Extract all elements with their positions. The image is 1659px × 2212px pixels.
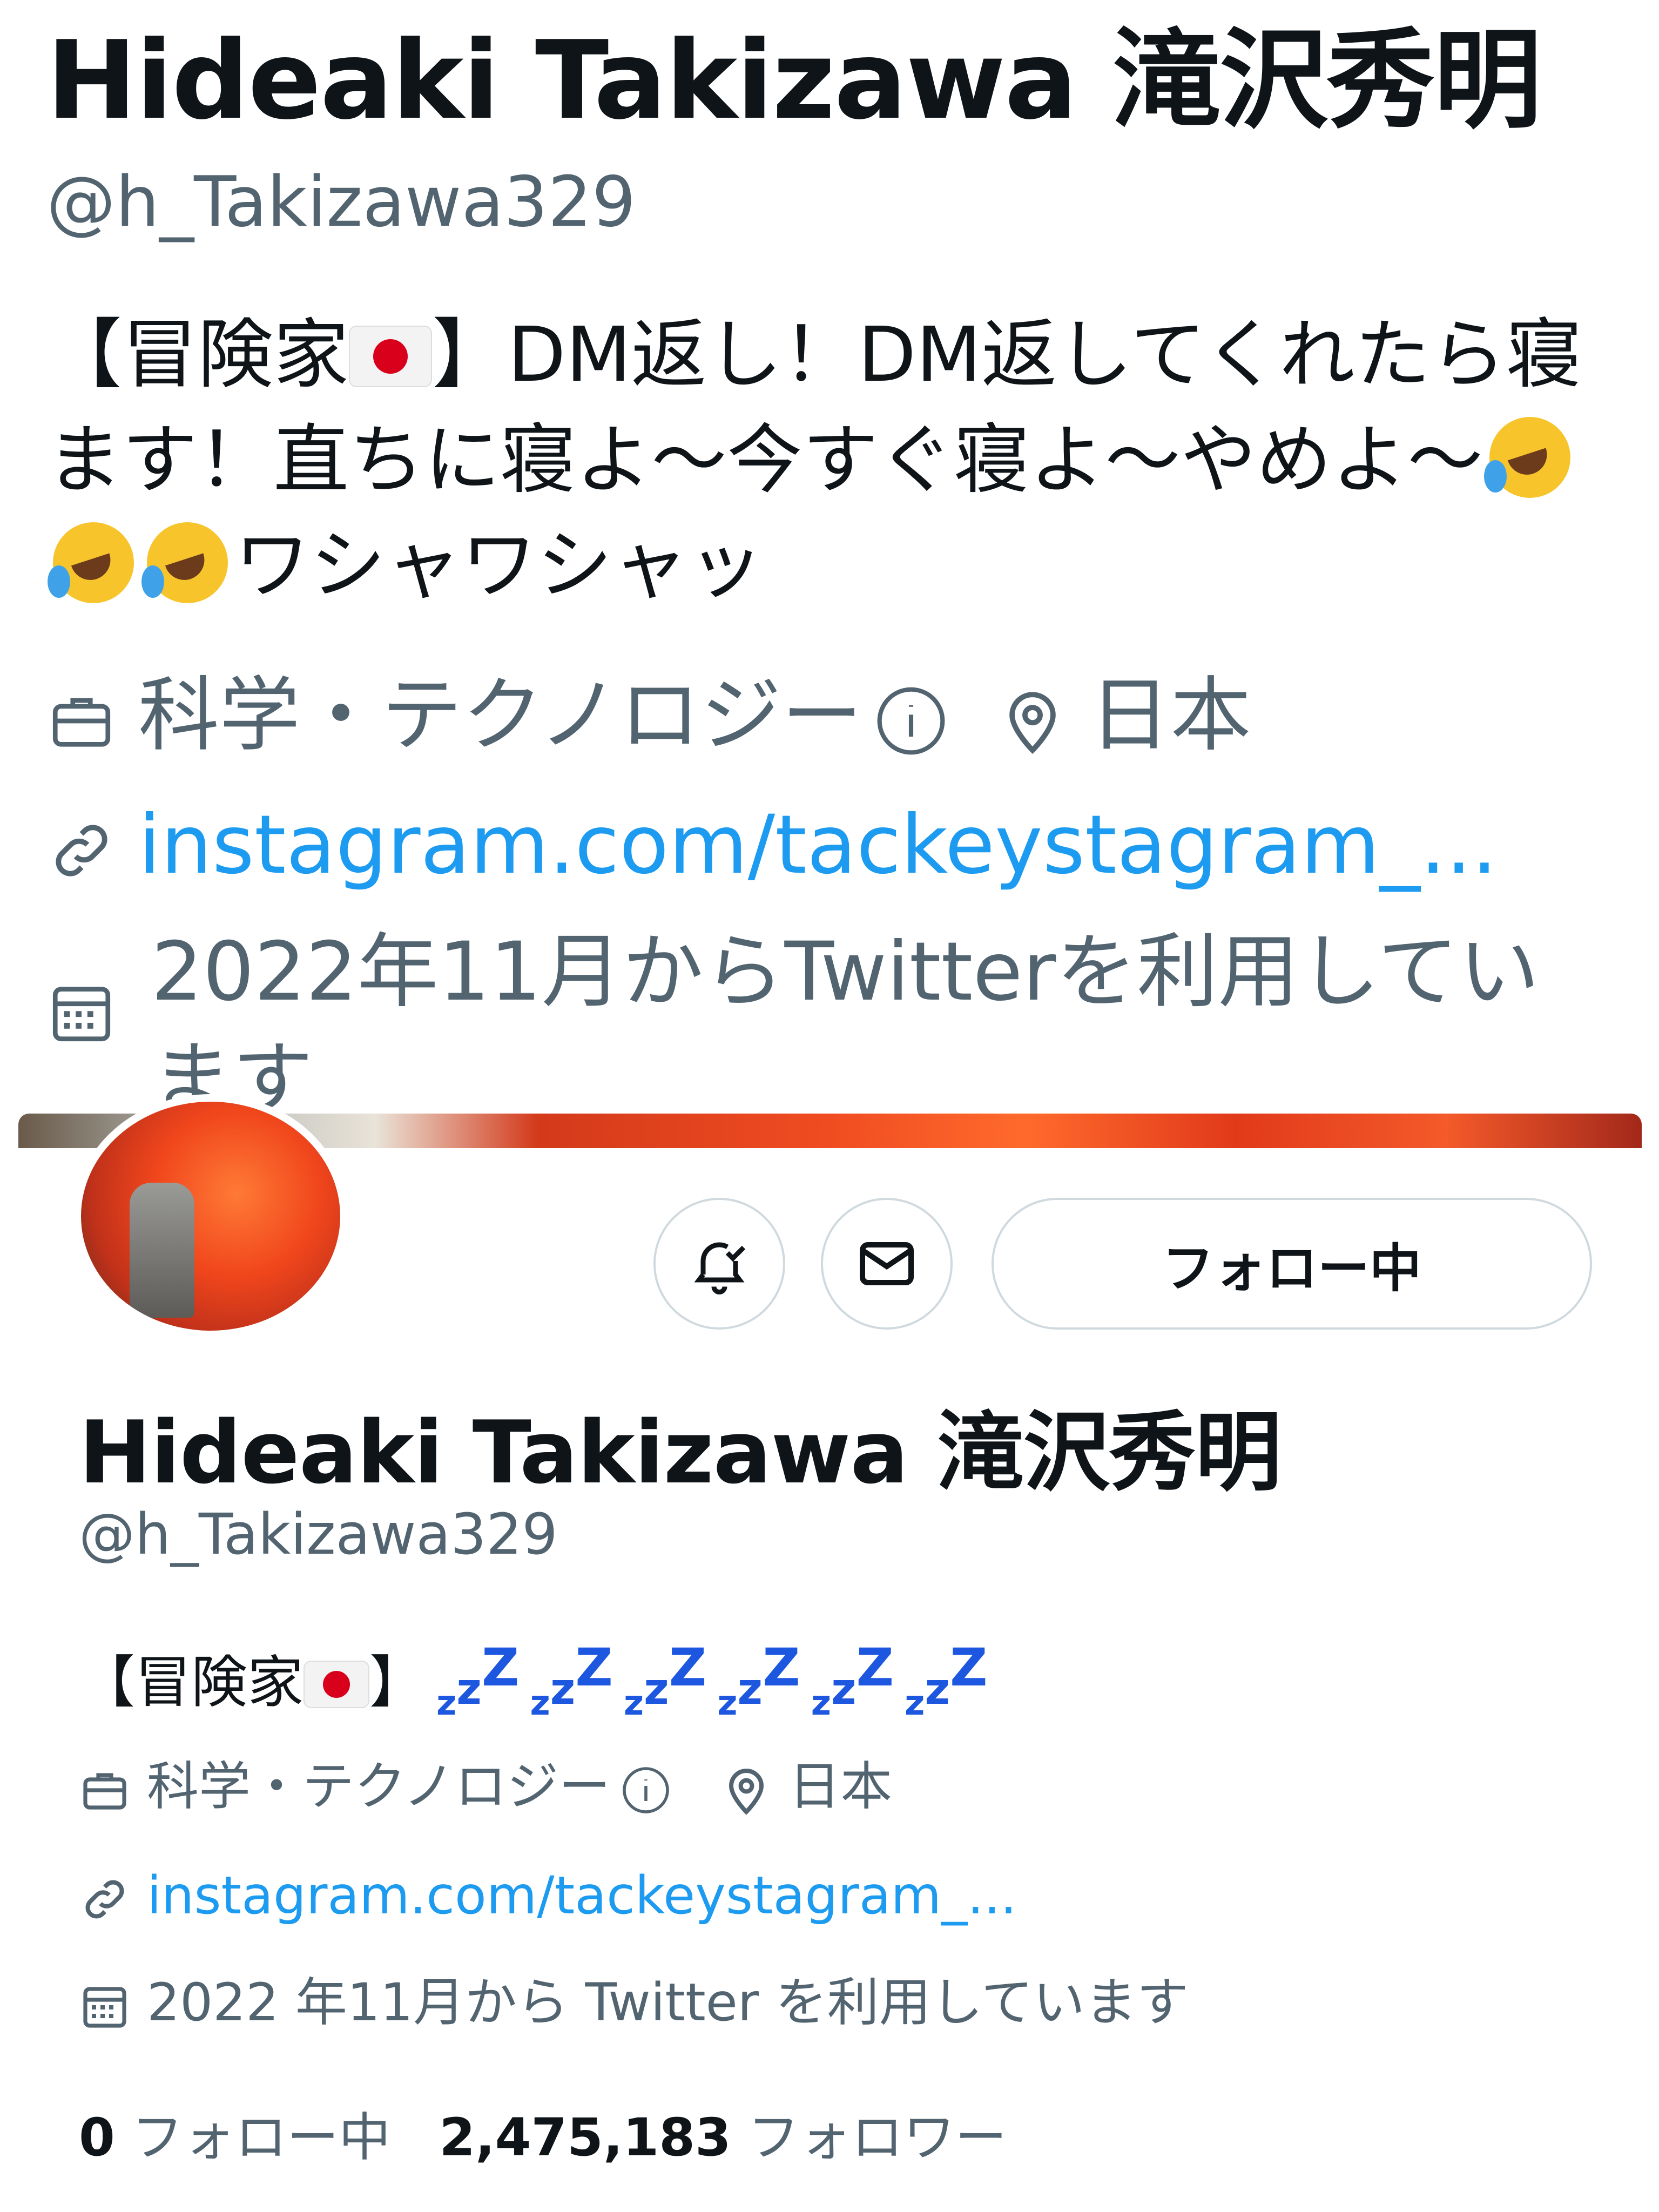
info-icon[interactable]	[873, 683, 949, 759]
calendar-icon	[79, 1980, 131, 2032]
follow-stats: 0 フォロー中 2,475,183 フォロワー	[79, 2095, 1007, 2170]
message-button[interactable]	[821, 1198, 953, 1330]
rofl-emoji	[141, 522, 228, 603]
top-category-label: 科学・テクノロジー	[138, 669, 863, 763]
zzz-emoji: zzZ	[530, 1637, 613, 1723]
top-bio-part3: ワシャワシャッ	[234, 522, 764, 610]
bottom-link-row[interactable]: instagram.com/tackeystagram_...	[79, 1870, 1017, 1925]
bottom-category-row: 科学・テクノロジー 日本	[79, 1761, 892, 1816]
following-label: フォロー中	[131, 2107, 391, 2168]
briefcase-icon	[46, 686, 117, 756]
top-joined-date: 2022年11月からTwitterを利用しています	[151, 925, 1540, 1127]
bottom-bio-suffix: 】	[369, 1649, 426, 1715]
mail-icon	[854, 1231, 919, 1296]
japan-flag	[304, 1661, 370, 1708]
top-profile-bio: 【冒険家 】DM返し！DM返してくれたら寝ます！直ちに寝よ〜今すぐ寝よ〜やめよ〜ワ…	[46, 302, 1591, 618]
top-instagram-link[interactable]: instagram.com/tackeystagram_...	[138, 798, 1498, 892]
bottom-profile-bio: 【冒険家】 zzZzzZzzZzzZzzZzzZ	[79, 1636, 988, 1723]
bottom-profile-name: Hideaki Takizawa 滝沢秀明	[79, 1402, 1282, 1503]
top-link-row[interactable]: instagram.com/tackeystagram_...	[46, 805, 1498, 886]
avatar-figure	[130, 1183, 194, 1318]
rofl-emoji	[1484, 417, 1571, 498]
zzz-emoji: zzZ	[811, 1637, 894, 1723]
following-button[interactable]: フォロー中	[992, 1198, 1592, 1330]
bottom-location-label: 日本	[788, 1756, 893, 1817]
following-stat[interactable]: 0 フォロー中	[79, 2107, 390, 2168]
top-category-row: 科学・テクノロジー 日本	[46, 675, 1251, 759]
top-profile-handle: @h_Takizawa329	[46, 162, 636, 242]
bottom-joined-row: 2022 年11月から Twitter を利用しています	[79, 1977, 1189, 2032]
calendar-icon	[46, 977, 117, 1048]
zzz-emoji: zzZ	[905, 1637, 988, 1723]
avatar[interactable]	[73, 1094, 348, 1338]
top-profile-name: Hideaki Takizawa 滝沢秀明	[46, 18, 1542, 144]
bell-add-icon	[687, 1231, 752, 1296]
japan-flag	[349, 326, 433, 387]
rofl-emoji	[48, 522, 134, 603]
notifications-button[interactable]	[653, 1198, 785, 1330]
followers-stat[interactable]: 2,475,183 フォロワー	[439, 2107, 1007, 2168]
link-icon	[46, 815, 117, 886]
location-pin-icon	[997, 686, 1068, 756]
followers-label: フォロワー	[747, 2107, 1007, 2168]
zzz-emoji: zzZ	[717, 1637, 800, 1723]
top-location-label: 日本	[1089, 669, 1252, 763]
info-icon[interactable]	[620, 1764, 672, 1816]
followers-count: 2,475,183	[439, 2107, 731, 2168]
zzz-emoji: zzZ	[436, 1637, 520, 1723]
briefcase-icon	[79, 1764, 131, 1816]
bottom-instagram-link[interactable]: instagram.com/tackeystagram_...	[147, 1865, 1017, 1926]
zzz-emoji: zzZ	[623, 1637, 707, 1723]
bottom-profile-handle: @h_Takizawa329	[79, 1501, 558, 1567]
bottom-bio-prefix: 【冒険家	[79, 1649, 304, 1715]
bottom-category-label: 科学・テクノロジー	[147, 1756, 611, 1817]
bottom-joined-date: 2022 年11月から Twitter を利用しています	[147, 1972, 1189, 2033]
top-bio-part1: 【冒険家	[46, 311, 349, 399]
link-icon	[79, 1873, 131, 1925]
location-pin-icon	[720, 1764, 772, 1816]
following-count: 0	[79, 2107, 115, 2168]
